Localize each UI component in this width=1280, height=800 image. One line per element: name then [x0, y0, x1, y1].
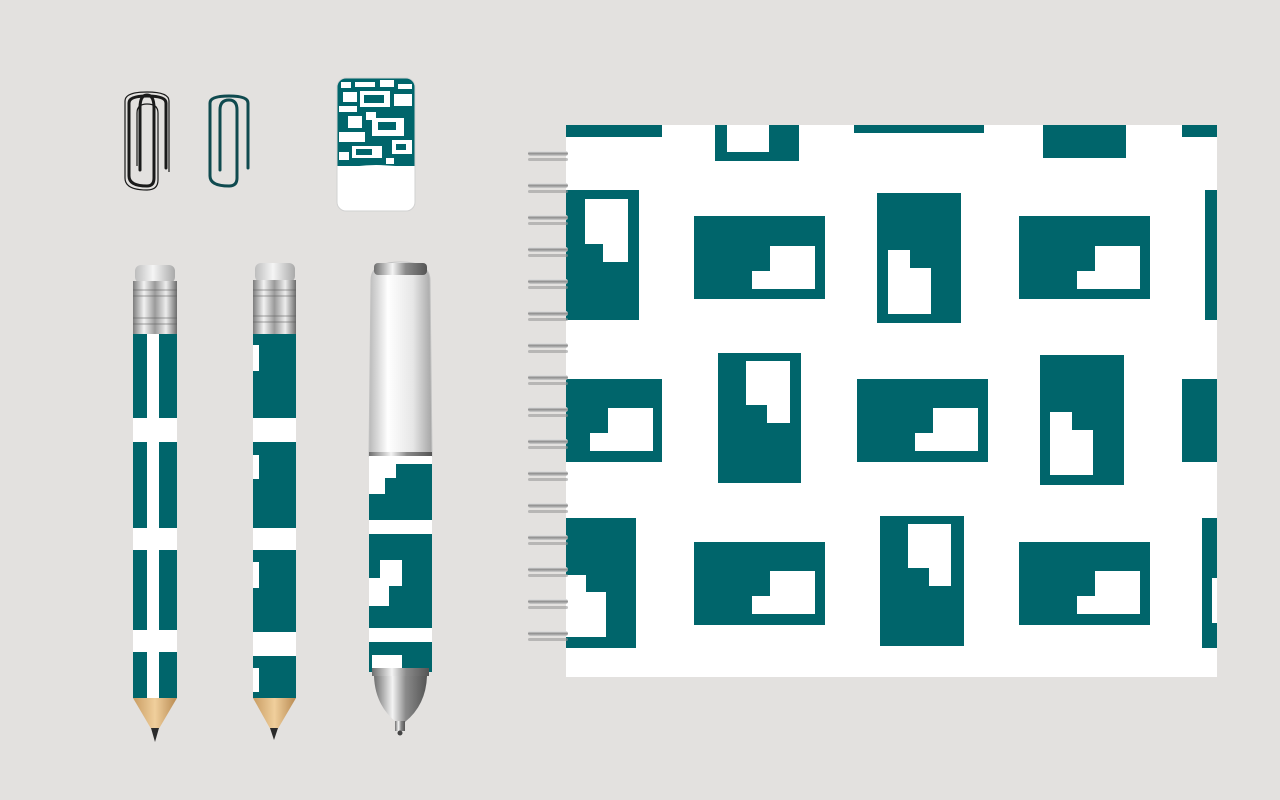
stationery-mockup-scene	[0, 0, 1280, 800]
paper-clip-teal	[208, 94, 250, 188]
stationery-canvas	[124, 77, 1217, 742]
eraser	[336, 77, 416, 212]
paper-clip-black	[124, 91, 170, 191]
spiral-binding	[528, 151, 568, 641]
pencil-blocks	[253, 263, 296, 740]
pencil-stripes	[133, 265, 177, 742]
ballpoint-pen	[368, 261, 433, 736]
spiral-notebook	[528, 125, 1217, 677]
